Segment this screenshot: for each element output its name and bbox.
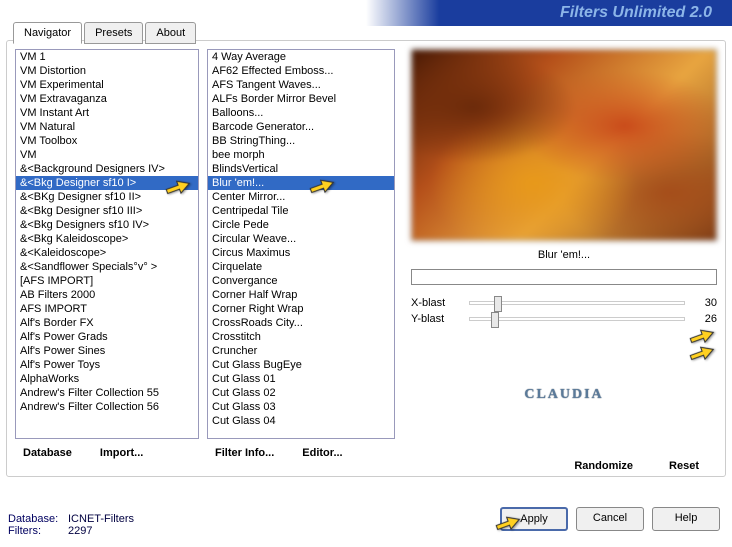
list-item[interactable]: Barcode Generator... xyxy=(208,120,394,134)
list-item[interactable]: Alf's Border FX xyxy=(16,316,198,330)
list-item[interactable]: Convergance xyxy=(208,274,394,288)
list-item[interactable]: &<Kaleidoscope> xyxy=(16,246,198,260)
slider-row: Y-blast 26 xyxy=(411,313,717,325)
list-item[interactable]: Cirquelate xyxy=(208,260,394,274)
list-item[interactable]: VM 1 xyxy=(16,50,198,64)
slider-label: Y-blast xyxy=(411,313,461,325)
list-item[interactable]: Corner Right Wrap xyxy=(208,302,394,316)
list-item[interactable]: Cut Glass 04 xyxy=(208,414,394,428)
list-item[interactable]: Alf's Power Sines xyxy=(16,344,198,358)
list-item[interactable]: Corner Half Wrap xyxy=(208,288,394,302)
list-item[interactable]: &<Background Designers IV> xyxy=(16,162,198,176)
list-item[interactable]: Circular Weave... xyxy=(208,232,394,246)
claudia-logo: CLAUDIA xyxy=(524,387,603,403)
list-item[interactable]: BlindsVertical xyxy=(208,162,394,176)
filter-list[interactable]: 4 Way AverageAF62 Effected Emboss...AFS … xyxy=(207,49,395,439)
slider-label: X-blast xyxy=(411,297,461,309)
app-title: Filters Unlimited 2.0 xyxy=(560,4,712,22)
slider-track[interactable] xyxy=(469,317,685,321)
list-item[interactable]: &<Bkg Designer sf10 I> xyxy=(16,176,198,190)
preview-image xyxy=(411,49,717,241)
list-item[interactable]: Alf's Power Grads xyxy=(16,330,198,344)
database-button[interactable]: Database xyxy=(23,447,72,459)
list-item[interactable]: VM Instant Art xyxy=(16,106,198,120)
list-item[interactable]: VM Distortion xyxy=(16,64,198,78)
list-item[interactable]: &<Bkg Kaleidoscope> xyxy=(16,232,198,246)
current-filter-label: Blur 'em!... xyxy=(411,241,717,269)
list-item[interactable]: VM Natural xyxy=(16,120,198,134)
list-item[interactable]: AFS Tangent Waves... xyxy=(208,78,394,92)
list-item[interactable]: AB Filters 2000 xyxy=(16,288,198,302)
list-item[interactable]: Cut Glass 01 xyxy=(208,372,394,386)
list-item[interactable]: &<BKg Designer sf10 II> xyxy=(16,190,198,204)
category-list[interactable]: VM 1VM DistortionVM ExperimentalVM Extra… xyxy=(15,49,199,439)
list-item[interactable]: Alf's Power Toys xyxy=(16,358,198,372)
tab-navigator[interactable]: Navigator xyxy=(13,22,82,44)
slider-track[interactable] xyxy=(469,301,685,305)
list-item[interactable]: Cut Glass 02 xyxy=(208,386,394,400)
list-item[interactable]: &<Bkg Designers sf10 IV> xyxy=(16,218,198,232)
list-item[interactable]: VM xyxy=(16,148,198,162)
list-item[interactable]: CrossRoads City... xyxy=(208,316,394,330)
filter-info-button[interactable]: Filter Info... xyxy=(215,447,274,459)
main-panel: VM 1VM DistortionVM ExperimentalVM Extra… xyxy=(6,40,726,477)
list-item[interactable]: Centripedal Tile xyxy=(208,204,394,218)
list-item[interactable]: bee morph xyxy=(208,148,394,162)
list-item[interactable]: [AFS IMPORT] xyxy=(16,274,198,288)
list-item[interactable]: 4 Way Average xyxy=(208,50,394,64)
list-item[interactable]: &<Sandflower Specials°v° > xyxy=(16,260,198,274)
reset-button[interactable]: Reset xyxy=(669,460,699,472)
list-item[interactable]: Circus Maximus xyxy=(208,246,394,260)
info-block: Database:ICNET-Filters Filters:2297 xyxy=(8,513,134,541)
slider-thumb[interactable] xyxy=(494,296,502,312)
tab-bar: Navigator Presets About xyxy=(13,22,198,44)
list-item[interactable]: Blur 'em!... xyxy=(208,176,394,190)
list-item[interactable]: AF62 Effected Emboss... xyxy=(208,64,394,78)
list-item[interactable]: Crosstitch xyxy=(208,330,394,344)
list-item[interactable]: Balloons... xyxy=(208,106,394,120)
list-item[interactable]: BB StringThing... xyxy=(208,134,394,148)
slider-row: X-blast 30 xyxy=(411,297,717,309)
list-item[interactable]: &<Bkg Designer sf10 III> xyxy=(16,204,198,218)
list-item[interactable]: Circle Pede xyxy=(208,218,394,232)
apply-button[interactable]: Apply xyxy=(500,507,568,531)
list-item[interactable]: ALFs Border Mirror Bevel xyxy=(208,92,394,106)
tab-presets[interactable]: Presets xyxy=(84,22,143,44)
cancel-button[interactable]: Cancel xyxy=(576,507,644,531)
list-item[interactable]: AlphaWorks xyxy=(16,372,198,386)
help-button[interactable]: Help xyxy=(652,507,720,531)
list-item[interactable]: VM Experimental xyxy=(16,78,198,92)
tab-about[interactable]: About xyxy=(145,22,196,44)
list-item[interactable]: Andrew's Filter Collection 55 xyxy=(16,386,198,400)
list-item[interactable]: Cut Glass 03 xyxy=(208,400,394,414)
list-item[interactable]: Cut Glass BugEye xyxy=(208,358,394,372)
slider-value: 26 xyxy=(693,313,717,325)
import-button[interactable]: Import... xyxy=(100,447,143,459)
bottom-bar: Database:ICNET-Filters Filters:2297 Appl… xyxy=(8,485,724,541)
editor-button[interactable]: Editor... xyxy=(302,447,342,459)
list-item[interactable]: VM Toolbox xyxy=(16,134,198,148)
list-item[interactable]: Cruncher xyxy=(208,344,394,358)
slider-thumb[interactable] xyxy=(491,312,499,328)
slider-value: 30 xyxy=(693,297,717,309)
list-item[interactable]: VM Extravaganza xyxy=(16,92,198,106)
list-item[interactable]: AFS IMPORT xyxy=(16,302,198,316)
progress-bar xyxy=(411,269,717,285)
randomize-button[interactable]: Randomize xyxy=(574,460,633,472)
list-item[interactable]: Center Mirror... xyxy=(208,190,394,204)
list-item[interactable]: Andrew's Filter Collection 56 xyxy=(16,400,198,414)
